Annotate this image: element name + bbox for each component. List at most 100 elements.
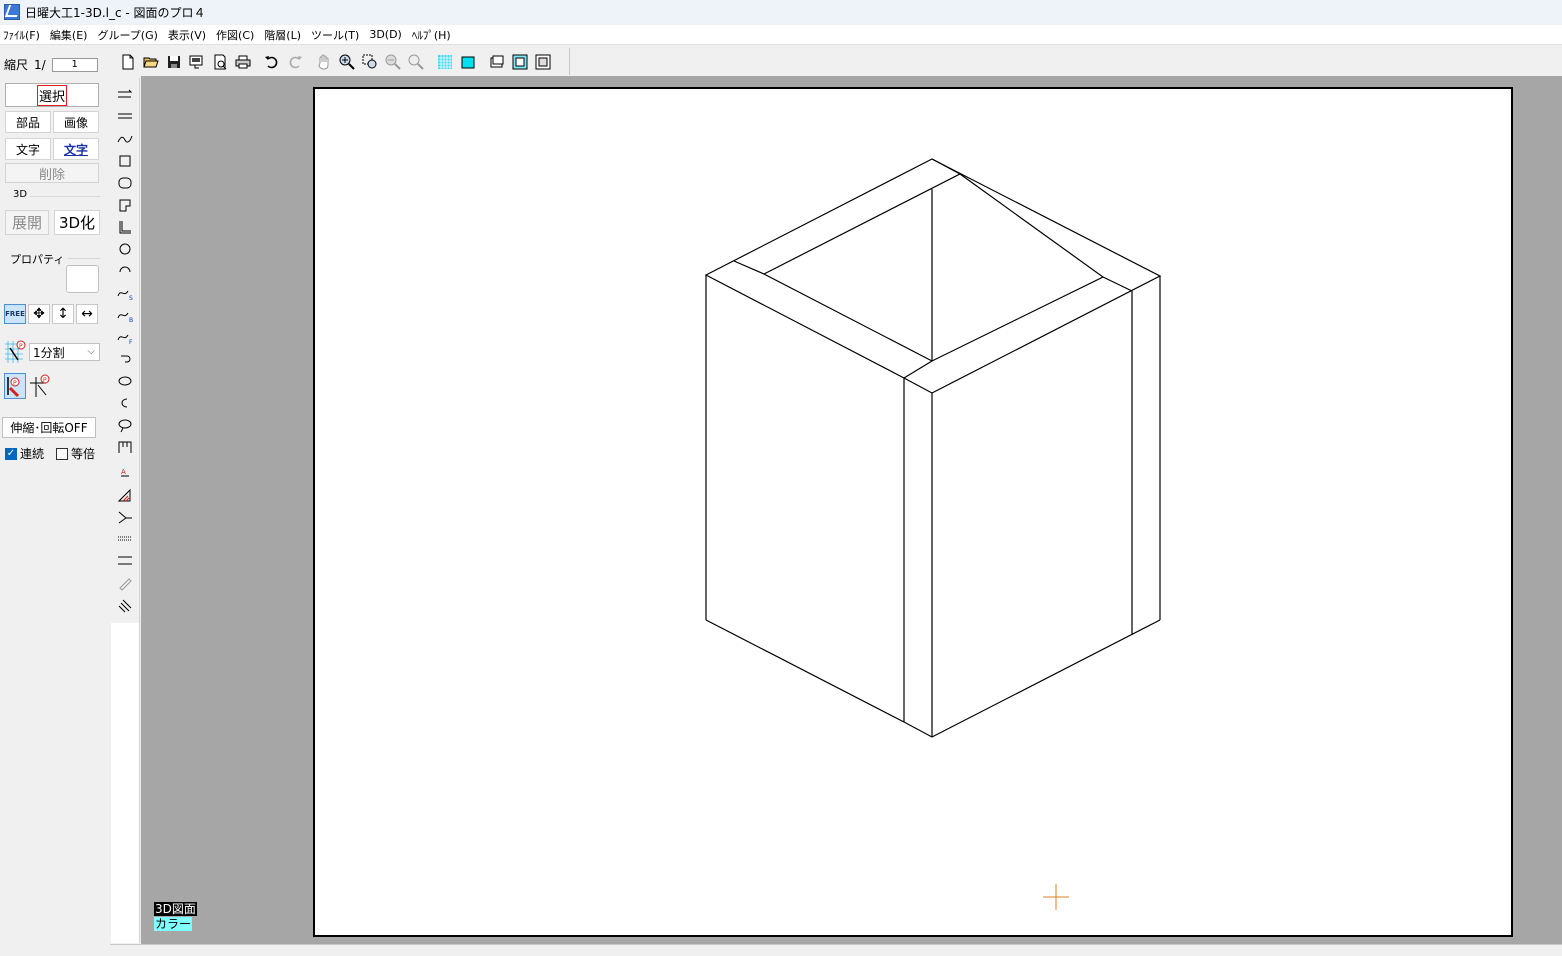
menu-group[interactable]: グループ(G): [94, 27, 164, 43]
save-as-icon[interactable]: [187, 52, 207, 72]
move-both-icon[interactable]: ✥: [28, 304, 50, 324]
app-icon: [4, 4, 20, 20]
stair-shape-icon[interactable]: [115, 438, 135, 456]
move-vertical-icon[interactable]: ↕: [52, 304, 74, 324]
scale-row: 縮尺 1/ 1: [4, 56, 98, 73]
drawing-paper[interactable]: [313, 87, 1513, 937]
crosshair-cursor: [1043, 884, 1069, 910]
free-button[interactable]: FREE: [4, 304, 26, 324]
text-style-button[interactable]: 文字: [53, 138, 99, 160]
box-top-inner-opening: [762, 173, 1105, 362]
mode-label-color[interactable]: カラー: [154, 917, 193, 931]
menu-help[interactable]: ﾍﾙﾌﾟ(H): [409, 27, 458, 43]
arc-icon[interactable]: [115, 262, 135, 280]
window-title: 日曜大工1-3D.l_c - 図面のプロ４: [25, 5, 206, 20]
freehand-line-icon[interactable]: [115, 130, 135, 148]
undo-icon[interactable]: [262, 52, 282, 72]
menu-layer[interactable]: 階層(L): [261, 27, 308, 43]
menu-bar: ﾌｧｲﾙ(F) 編集(E) グループ(G) 表示(V) 作図(C) 階層(L) …: [0, 25, 1562, 45]
svg-text:F: F: [129, 339, 133, 346]
box-top-outer-rim: [704, 158, 1162, 394]
zoom-in-icon[interactable]: [337, 52, 357, 72]
box-bottom-edge: [705, 619, 1161, 738]
settings-grid-icon[interactable]: [510, 52, 530, 72]
equal-scale-checkbox-row[interactable]: 等倍: [56, 445, 95, 462]
to-3d-button[interactable]: 3D化: [54, 210, 100, 235]
elliptical-arc-icon[interactable]: [115, 394, 135, 412]
rectangle-icon[interactable]: [115, 152, 135, 170]
menu-draw[interactable]: 作図(C): [213, 27, 261, 43]
continuous-line-icon[interactable]: [115, 86, 135, 104]
snap-intersection-icon[interactable]: P: [28, 373, 50, 399]
scale-input[interactable]: 1: [51, 57, 98, 72]
dashed-lines-icon[interactable]: [115, 530, 135, 548]
ellipse-icon[interactable]: [115, 372, 135, 390]
svg-text:P: P: [43, 377, 47, 384]
spline-f-icon[interactable]: F: [115, 328, 135, 346]
continuous-checkbox-row[interactable]: ✓ 連続: [5, 445, 44, 462]
hatch-triangle-icon[interactable]: [115, 486, 135, 504]
resize-rotate-toggle[interactable]: 伸縮･回転OFF: [2, 417, 96, 438]
left-panel: 縮尺 1/ 1 選択 部品 画像 文字 文字 削除 3D 展開 3D化 プロパテ…: [0, 48, 110, 956]
snap-grid-icon[interactable]: P: [4, 340, 26, 364]
parallel-lines-icon[interactable]: [115, 552, 135, 570]
new-file-icon[interactable]: [118, 52, 138, 72]
move-horizontal-icon[interactable]: ↔: [76, 304, 98, 324]
rim-edge-right-front: [1102, 276, 1133, 292]
double-line-icon[interactable]: [115, 108, 135, 126]
angle-icon[interactable]: [115, 508, 135, 526]
title-bar: 日曜大工1-3D.l_c - 図面のプロ４: [0, 0, 1562, 24]
snap-point-icon[interactable]: P: [4, 373, 26, 399]
l-shape-icon[interactable]: [115, 218, 135, 236]
grid-icon[interactable]: [435, 52, 455, 72]
hook-arc-icon[interactable]: [115, 350, 135, 368]
color-fill-icon[interactable]: [458, 52, 478, 72]
isometric-box-drawing[interactable]: [315, 89, 1511, 935]
delete-button[interactable]: 削除: [5, 163, 99, 183]
svg-text:S: S: [129, 295, 133, 302]
scale-label: 縮尺: [4, 58, 29, 72]
redo-icon[interactable]: [285, 52, 305, 72]
open-folder-icon[interactable]: [141, 52, 161, 72]
hatching-icon[interactable]: [115, 596, 135, 614]
menu-view[interactable]: 表示(V): [165, 27, 213, 43]
leader-text-icon[interactable]: A: [115, 462, 135, 480]
print-preview-icon[interactable]: [210, 52, 230, 72]
layer-icon[interactable]: [487, 52, 507, 72]
spline-s-icon[interactable]: S: [115, 284, 135, 302]
property-swatch[interactable]: [66, 265, 99, 293]
menu-edit[interactable]: 編集(E): [47, 27, 95, 43]
equal-scale-checkbox[interactable]: [56, 447, 68, 460]
parts-button[interactable]: 部品: [5, 111, 51, 133]
mode-label-3d-drawing[interactable]: 3D図面: [154, 902, 197, 916]
text-button[interactable]: 文字: [5, 138, 51, 160]
pencil-icon[interactable]: [115, 574, 135, 592]
pan-hand-icon[interactable]: [314, 52, 334, 72]
print-icon[interactable]: [233, 52, 253, 72]
image-button[interactable]: 画像: [53, 111, 99, 133]
balloon-icon[interactable]: [115, 416, 135, 434]
division-select[interactable]: 1分割 ⌵: [29, 343, 100, 361]
rim-edge-left-back: [733, 260, 765, 275]
rim-edge-right-back: [931, 158, 961, 175]
scale-prefix: 1/: [34, 57, 46, 72]
corner-shape-icon[interactable]: [115, 196, 135, 214]
expand-button[interactable]: 展開: [5, 210, 49, 235]
circle-icon[interactable]: [115, 240, 135, 258]
drawing-canvas-area[interactable]: 3D図面 カラー: [141, 76, 1562, 944]
select-button[interactable]: 選択: [5, 83, 99, 107]
continuous-checkbox[interactable]: ✓: [5, 447, 17, 460]
zoom-area-icon[interactable]: [360, 52, 380, 72]
rounded-rectangle-icon[interactable]: [115, 174, 135, 192]
division-select-value: 1分割: [33, 345, 65, 360]
settings-icon[interactable]: [533, 52, 553, 72]
save-icon[interactable]: [164, 52, 184, 72]
menu-tools[interactable]: ツール(T): [308, 27, 366, 43]
zoom-out-icon[interactable]: [383, 52, 403, 72]
menu-file[interactable]: ﾌｧｲﾙ(F): [0, 27, 47, 43]
spline-b-icon[interactable]: B: [115, 306, 135, 324]
zoom-fit-icon[interactable]: [406, 52, 426, 72]
rim-edge-left-front: [903, 360, 933, 379]
svg-text:P: P: [19, 343, 23, 350]
menu-3d[interactable]: 3D(D): [366, 28, 409, 41]
